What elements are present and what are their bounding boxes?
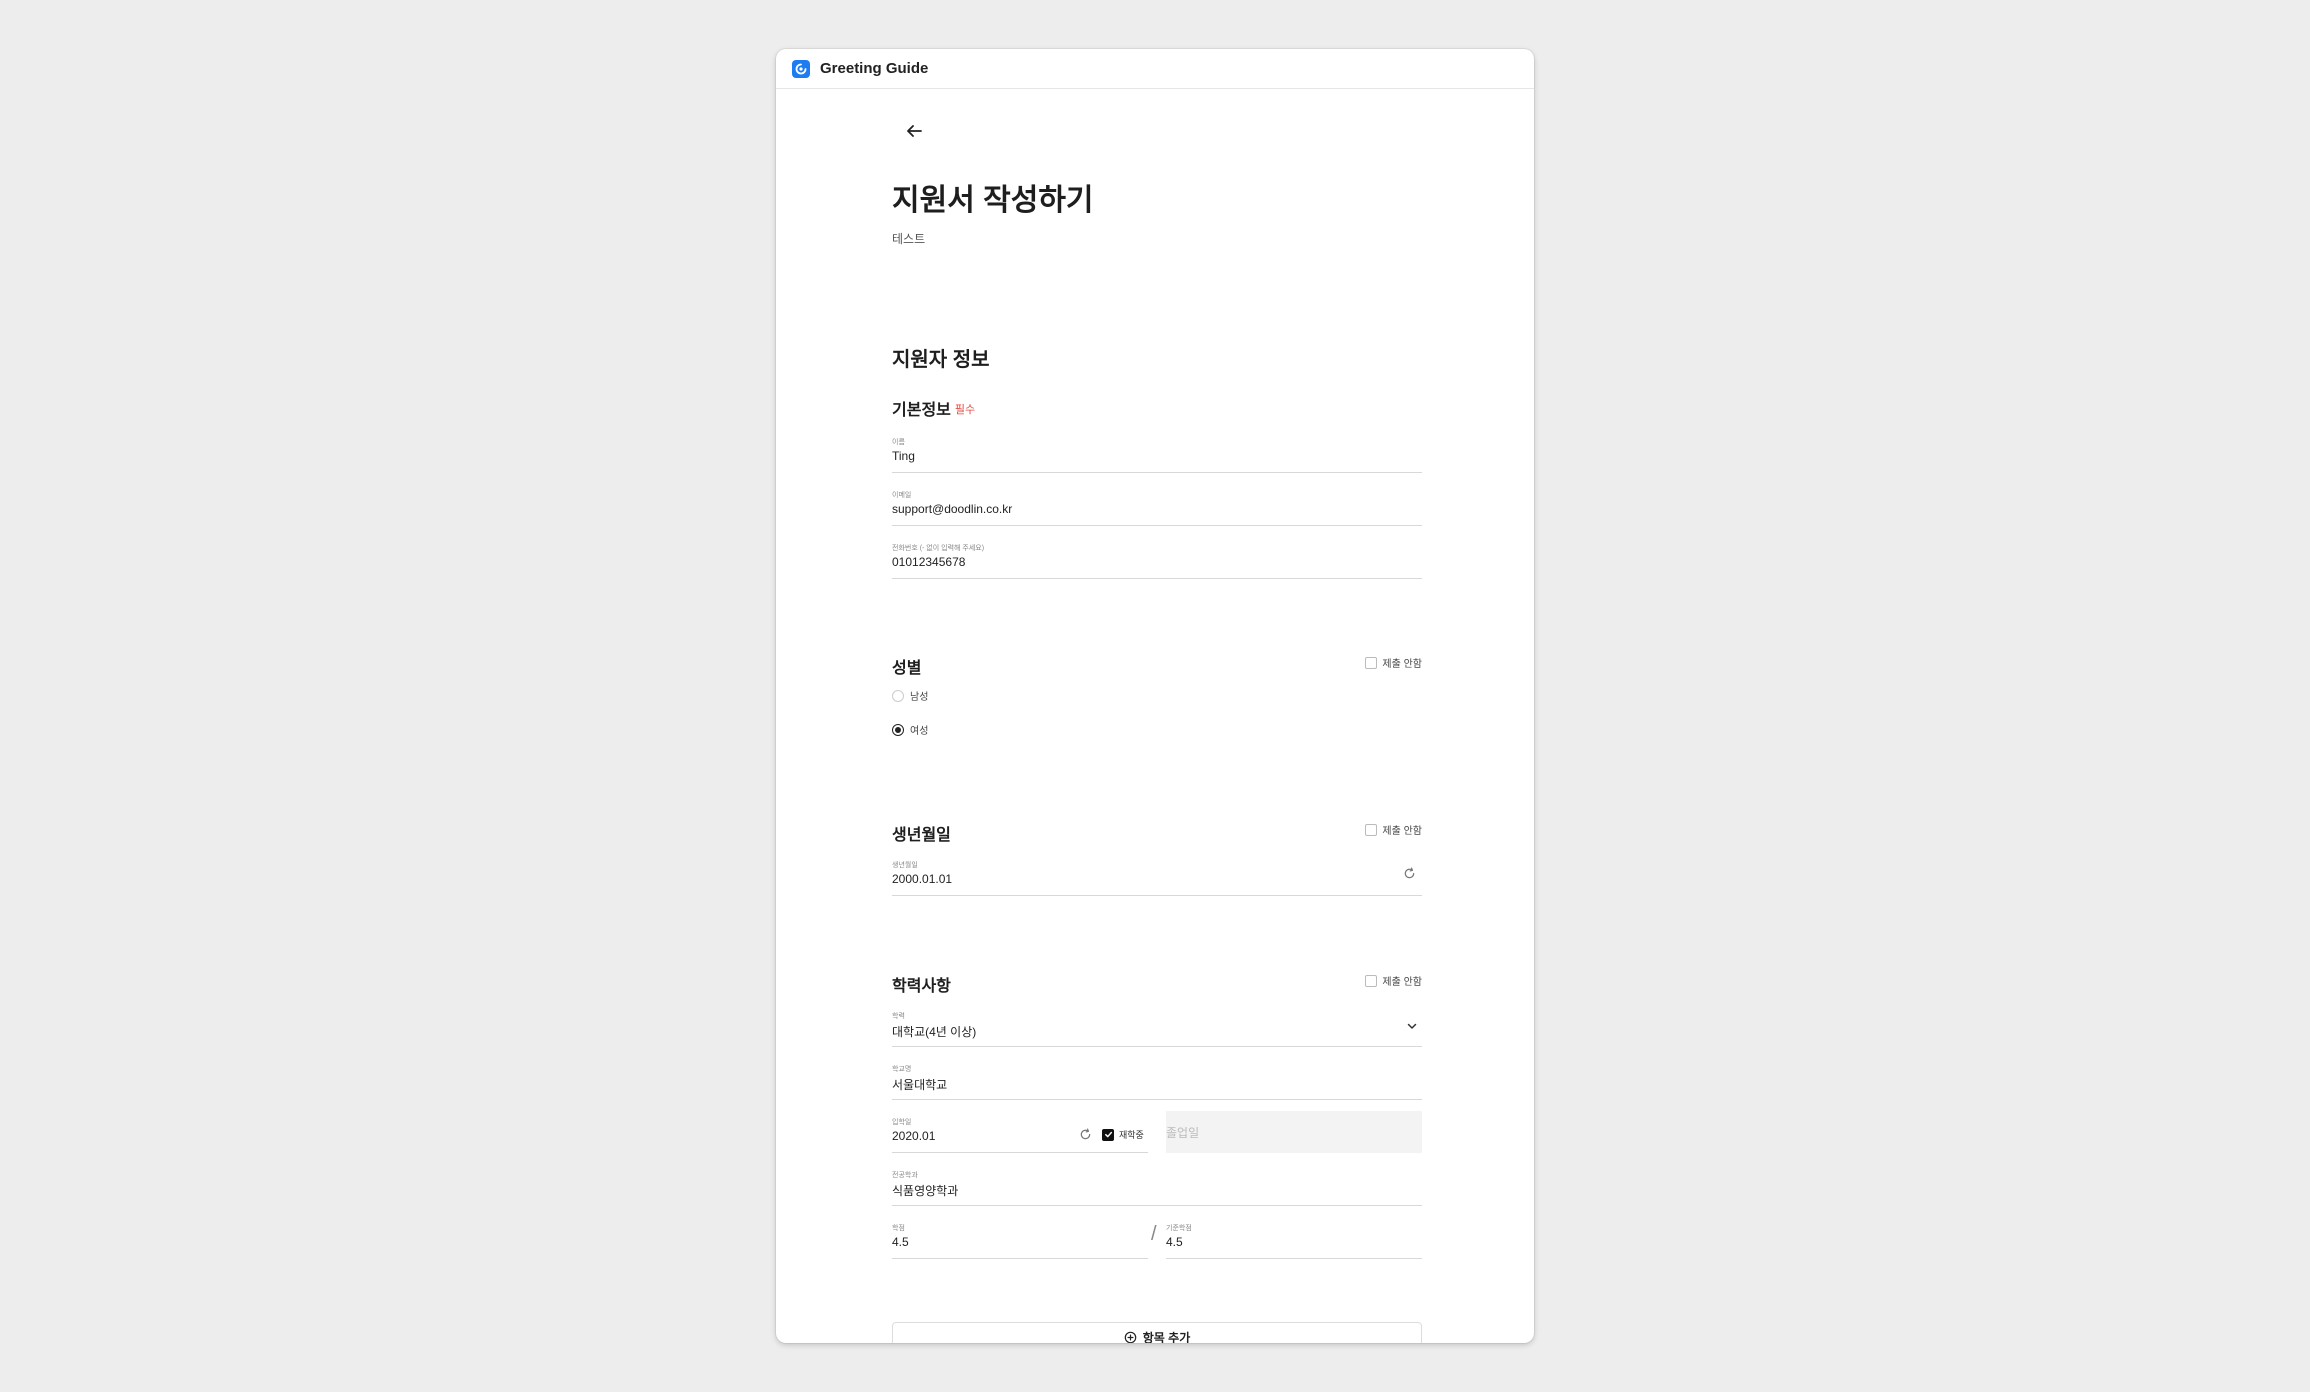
school-field[interactable]: 학교명 서울대학교 xyxy=(892,1064,1422,1100)
education-no-submit-label: 제출 안함 xyxy=(1382,977,1422,988)
reset-icon[interactable] xyxy=(1079,1128,1092,1146)
page-subtitle: 테스트 xyxy=(892,232,926,246)
plus-circle-icon xyxy=(1124,1331,1137,1343)
radio-female[interactable]: 여성 xyxy=(892,722,928,737)
gpa-field[interactable]: 학점 4.5 xyxy=(892,1223,1148,1259)
gender-no-submit-checkbox[interactable]: 제출 안함 xyxy=(1365,655,1422,670)
birth-no-submit-checkbox[interactable]: 제출 안함 xyxy=(1365,822,1422,837)
birth-value: 2000.01.01 xyxy=(892,872,953,886)
birth-no-submit-label: 제출 안함 xyxy=(1382,826,1422,837)
radio-female-label: 여성 xyxy=(910,726,929,737)
gpa-label: 학점 xyxy=(892,1225,905,1232)
chevron-down-icon xyxy=(1406,1019,1418,1037)
title-bar: Greeting Guide xyxy=(776,49,1534,89)
checkbox-checked-icon xyxy=(1102,1128,1114,1141)
degree-label: 학력 xyxy=(892,1013,905,1020)
radio-selected-icon xyxy=(892,723,904,736)
name-label: 이름 xyxy=(892,439,905,446)
reset-icon[interactable] xyxy=(1403,867,1416,885)
gpa-value: 4.5 xyxy=(892,1235,909,1249)
email-field[interactable]: 이메일 support@doodlin.co.kr xyxy=(892,490,1422,526)
school-label: 학교명 xyxy=(892,1066,912,1073)
phone-value: 01012345678 xyxy=(892,555,966,569)
radio-male[interactable]: 남성 xyxy=(892,688,928,703)
enrolled-label: 재학중 xyxy=(1119,1130,1144,1140)
school-value: 서울대학교 xyxy=(892,1078,948,1092)
email-label: 이메일 xyxy=(892,492,912,499)
checkbox-icon xyxy=(1365,823,1378,836)
major-label: 전공학과 xyxy=(892,1172,918,1179)
section-title: 지원자 정보 xyxy=(892,349,990,371)
gpa-max-label: 기준학점 xyxy=(1166,1225,1192,1232)
major-value: 식품영양학과 xyxy=(892,1184,959,1198)
birth-label: 생년월일 xyxy=(892,862,918,869)
degree-value: 대학교(4년 이상) xyxy=(892,1025,977,1039)
add-item-button[interactable]: 항목 추가 xyxy=(892,1322,1422,1343)
birth-title: 생년월일 xyxy=(892,827,951,844)
application-window: Greeting Guide 지원서 작성하기 테스트 지원자 정보 기본정보 필… xyxy=(776,49,1534,1343)
phone-field[interactable]: 전화번호 (- 없이 입력해 주세요) 01012345678 xyxy=(892,543,1422,579)
slash-divider: / xyxy=(1151,1223,1157,1245)
graduation-placeholder: 졸업일 xyxy=(1166,1126,1200,1140)
degree-select[interactable]: 학력 대학교(4년 이상) xyxy=(892,1011,1422,1047)
arrow-left-icon xyxy=(907,125,922,137)
email-value: support@doodlin.co.kr xyxy=(892,502,1013,516)
radio-icon xyxy=(892,689,904,702)
checkbox-icon xyxy=(1365,656,1378,669)
education-title: 학력사항 xyxy=(892,978,951,995)
birth-date-field[interactable]: 생년월일 2000.01.01 xyxy=(892,860,1422,896)
checkbox-icon xyxy=(1365,974,1378,987)
page-title: 지원서 작성하기 xyxy=(892,184,1094,217)
basic-info-label: 기본정보 xyxy=(892,402,951,419)
enrolled-checkbox[interactable]: 재학중 xyxy=(1102,1128,1144,1141)
admission-date-field[interactable]: 입학일 2020.01 재학중 xyxy=(892,1117,1148,1153)
app-title: Greeting Guide xyxy=(820,60,929,77)
back-button[interactable] xyxy=(900,117,928,145)
gpa-max-field[interactable]: 기준학점 4.5 xyxy=(1166,1223,1422,1259)
gender-no-submit-label: 제출 안함 xyxy=(1382,659,1422,670)
admission-label: 입학일 xyxy=(892,1119,912,1126)
add-item-label: 항목 추가 xyxy=(1142,1330,1191,1344)
app-logo-icon xyxy=(792,59,810,78)
name-value: Ting xyxy=(892,449,915,463)
radio-male-label: 남성 xyxy=(910,692,929,703)
education-no-submit-checkbox[interactable]: 제출 안함 xyxy=(1365,973,1422,988)
admission-value: 2020.01 xyxy=(892,1129,936,1143)
gender-title: 성별 xyxy=(892,660,922,677)
basic-info-title: 기본정보 필수 xyxy=(892,396,975,420)
required-badge: 필수 xyxy=(954,404,976,416)
major-field[interactable]: 전공학과 식품영양학과 xyxy=(892,1170,1422,1206)
name-field[interactable]: 이름 Ting xyxy=(892,437,1422,473)
graduation-date-field: 졸업일 xyxy=(1166,1111,1422,1153)
phone-label: 전화번호 (- 없이 입력해 주세요) xyxy=(892,545,985,552)
gpa-max-value: 4.5 xyxy=(1166,1235,1183,1249)
